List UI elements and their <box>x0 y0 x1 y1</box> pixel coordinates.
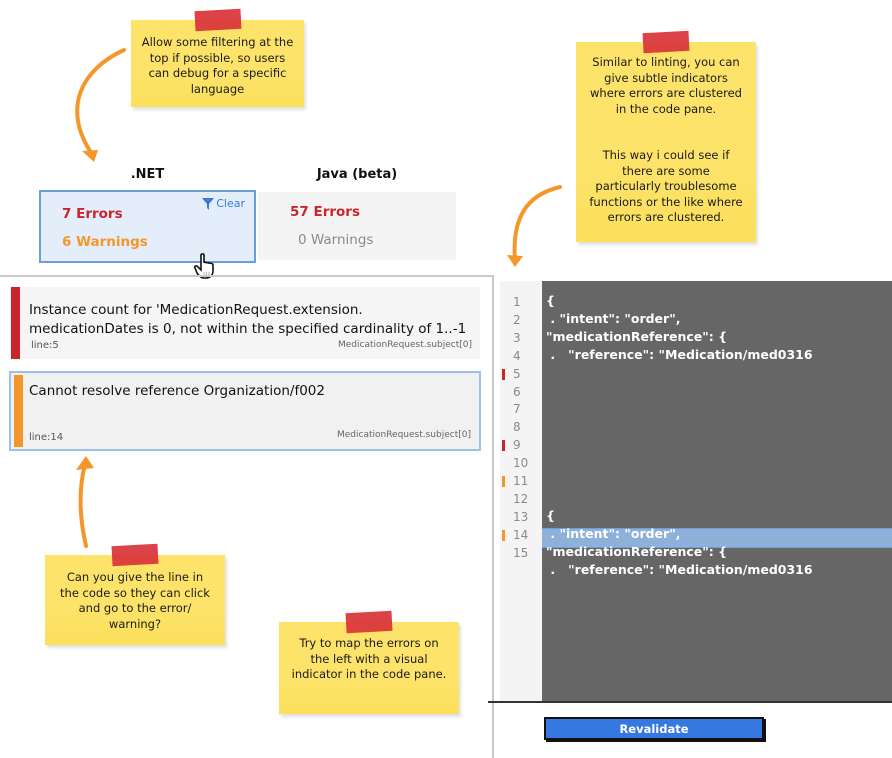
line-number: 7 <box>513 402 521 417</box>
line-number: 11 <box>513 474 529 488</box>
arrow-to-language-tabs <box>75 48 126 156</box>
error-marker[interactable] <box>502 440 505 452</box>
code-line: . "reference": "Medication/med0316 <box>546 346 813 362</box>
code-line: . "reference": "Medication/med0316 <box>546 561 813 577</box>
issue-message: Instance count for 'MedicationRequest.ex… <box>29 302 467 337</box>
issue-path: MedicationRequest.subject[0] <box>336 430 471 440</box>
issue-message: Cannot resolve reference Organization/f0… <box>29 383 325 399</box>
line-number: 3 <box>513 330 521 345</box>
line-number: 10 <box>513 456 529 471</box>
code-line: { <box>546 293 555 308</box>
line-number: 2 <box>513 312 521 327</box>
code-line: . "intent": "order", <box>546 525 681 541</box>
line-number: 5 <box>513 366 521 381</box>
gutter-line-14[interactable]: 14 <box>500 526 542 544</box>
revalidate-button[interactable]: Revalidate <box>544 717 764 740</box>
issues-pane: Instance count for 'MedicationRequest.ex… <box>0 275 494 758</box>
warning-marker[interactable] <box>502 476 505 487</box>
tab-dotnet[interactable]: 7 Errors 6 Warnings Clear <box>39 190 256 263</box>
clear-filter-button[interactable]: Clear <box>202 197 245 210</box>
gutter-line-3[interactable]: 3 <box>500 329 542 347</box>
tab-dotnet-title: .NET <box>130 167 165 182</box>
gutter-line-7[interactable]: 7 <box>500 400 542 418</box>
gutter-line-6[interactable]: 6 <box>500 383 542 401</box>
clear-filter-label: Clear <box>216 197 245 210</box>
issue-item-error[interactable]: Instance count for 'MedicationRequest.ex… <box>10 287 480 359</box>
gutter-line-4[interactable]: 4 <box>500 347 542 365</box>
gutter-line-8[interactable]: 8 <box>500 418 542 436</box>
arrowhead <box>507 255 523 267</box>
arrow-to-code-pane <box>512 185 562 262</box>
warning-count[interactable]: 0 Warnings <box>298 232 373 248</box>
note-text: Allow some filtering at the top if possi… <box>141 35 294 96</box>
arrowhead <box>82 150 98 162</box>
sticky-note-linting: Similar to linting, you can give subtle … <box>576 30 756 242</box>
gutter-line-11[interactable]: 11 <box>500 472 542 490</box>
line-number: 15 <box>513 545 529 560</box>
tape <box>642 30 690 54</box>
note-text: Similar to linting, you can give subtle … <box>589 55 743 224</box>
issue-line-link[interactable]: line:14 <box>29 432 63 443</box>
gutter-line-15[interactable]: 15 <box>500 544 542 562</box>
line-number: 4 <box>513 348 521 363</box>
issue-line-link[interactable]: line:5 <box>31 340 59 351</box>
code-line: . "intent": "order", <box>546 310 681 326</box>
gutter-line-13[interactable]: 13 <box>500 508 542 526</box>
error-count[interactable]: 7 Errors <box>62 206 123 222</box>
tab-java-title: Java (beta) <box>316 167 398 182</box>
code-line: { <box>546 507 555 523</box>
gutter-line-2[interactable]: 2 <box>500 311 542 329</box>
line-number: 6 <box>513 384 521 399</box>
code-line: "medicationReference": { <box>546 328 728 344</box>
line-number: 1 <box>513 295 521 309</box>
warning-severity-bar <box>14 375 23 447</box>
filter-icon <box>202 197 215 210</box>
gutter-line-10[interactable]: 10 <box>500 454 542 472</box>
issue-path: MedicationRequest.subject[0] <box>337 340 472 350</box>
line-number: 13 <box>513 509 529 524</box>
sticky-note-filtering: Allow some filtering at the top if possi… <box>131 8 304 107</box>
issue-item-warning[interactable]: Cannot resolve reference Organization/f0… <box>9 371 481 451</box>
line-number: 12 <box>513 491 529 506</box>
error-count[interactable]: 57 Errors <box>290 204 360 220</box>
line-number: 14 <box>513 527 529 542</box>
gutter-line-9[interactable]: 9 <box>500 436 542 454</box>
code-line: "medicationReference": { <box>546 543 728 559</box>
error-severity-bar <box>11 287 20 359</box>
warning-marker[interactable] <box>502 529 505 541</box>
warning-count[interactable]: 6 Warnings <box>62 234 148 250</box>
divider <box>488 701 892 703</box>
gutter-line-5[interactable]: 5 <box>500 365 542 383</box>
tape <box>194 8 241 32</box>
tab-java[interactable]: 57 Errors 0 Warnings <box>258 192 456 260</box>
gutter-line-12[interactable]: 12 <box>500 490 542 508</box>
code-gutter: 1 2 3 4 5 6 7 8 9 10 11 12 13 14 15 <box>500 281 542 702</box>
code-editor[interactable]: { . "intent": "order", "medicationReferen… <box>542 281 892 702</box>
line-number: 9 <box>513 438 521 453</box>
error-marker[interactable] <box>502 368 505 380</box>
gutter-line-1[interactable]: 1 <box>500 293 542 311</box>
line-number: 8 <box>513 420 521 435</box>
